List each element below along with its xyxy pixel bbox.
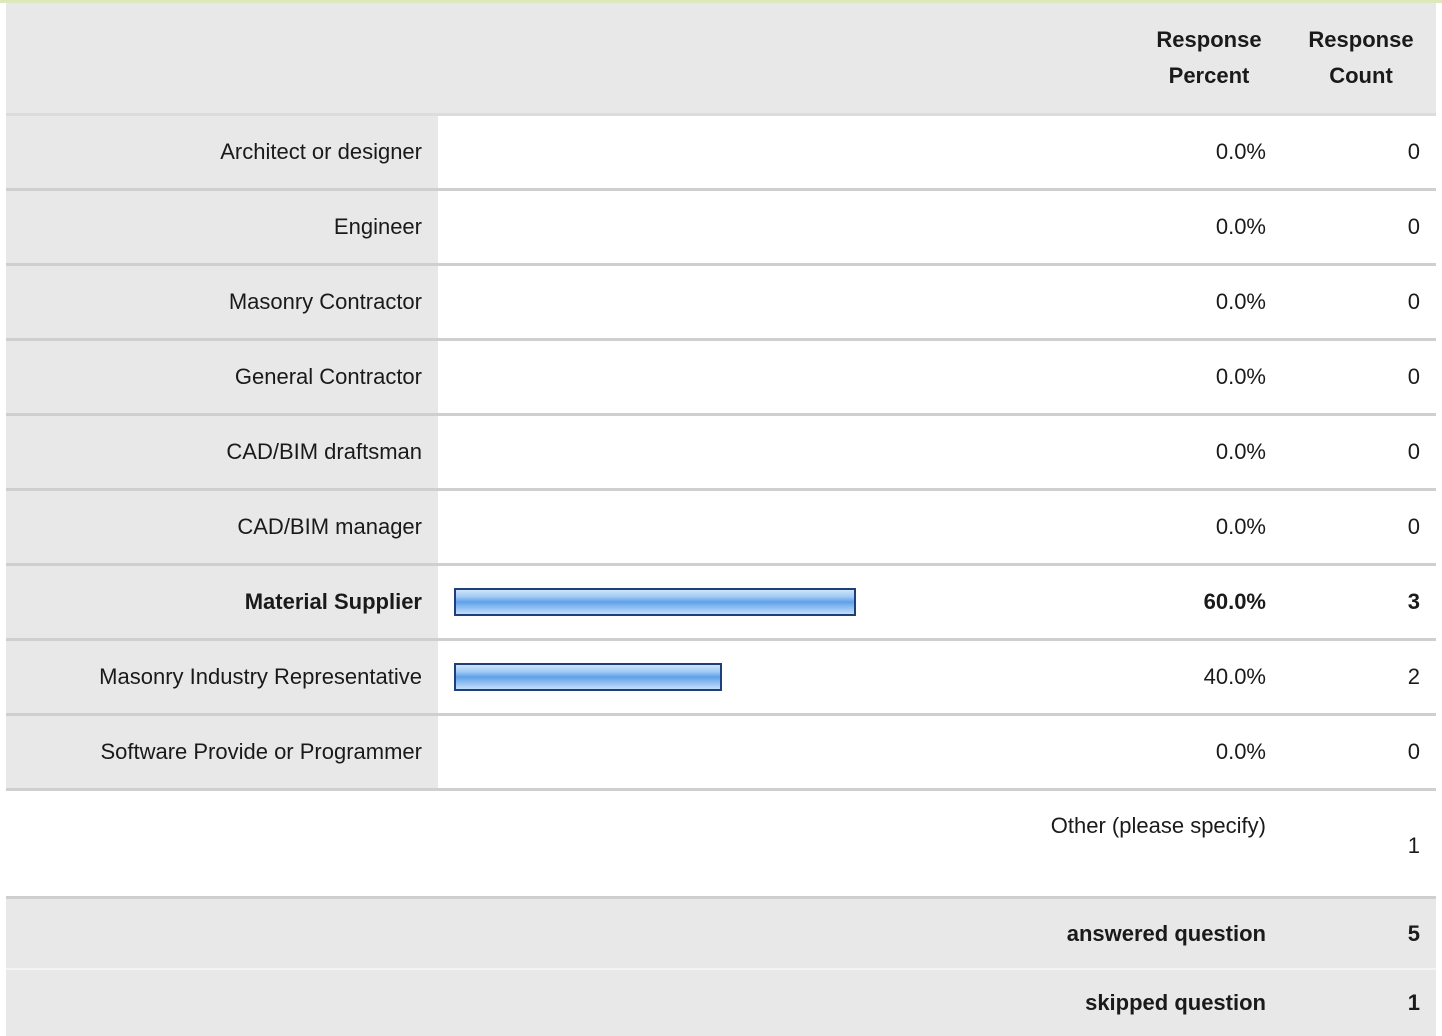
header-response-count: Response Count (1280, 3, 1436, 113)
skipped-question-label: skipped question (1085, 990, 1266, 1015)
bar-cell (438, 716, 1138, 788)
response-bar (454, 588, 856, 616)
response-count: 3 (1280, 566, 1436, 638)
bar-cell (438, 191, 1138, 263)
response-percent: 0.0% (1138, 266, 1280, 338)
answer-label: Material Supplier (6, 566, 438, 638)
response-count: 0 (1280, 116, 1436, 188)
bar-cell (438, 566, 1138, 638)
response-count: 0 (1280, 716, 1436, 788)
skipped-question-value: 1 (1407, 990, 1420, 1015)
answer-label: CAD/BIM draftsman (6, 416, 438, 488)
response-percent: 40.0% (1138, 641, 1280, 713)
answer-rows: Architect or designer 0.0% 0 Engineer 0.0% 0 M… (6, 113, 1436, 788)
table-row: Engineer 0.0% 0 (6, 188, 1436, 263)
answer-label: CAD/BIM manager (6, 491, 438, 563)
table-row: Architect or designer 0.0% 0 (6, 113, 1436, 188)
other-count: 1 (1407, 833, 1420, 858)
answer-label: General Contractor (6, 341, 438, 413)
response-count: 0 (1280, 266, 1436, 338)
table-row: General Contractor 0.0% 0 (6, 338, 1436, 413)
bar-cell (438, 641, 1138, 713)
response-count: 0 (1280, 191, 1436, 263)
other-label[interactable]: Other (please specify) (6, 813, 1266, 839)
response-percent: 0.0% (1138, 416, 1280, 488)
header-count-line1: Response (1308, 27, 1414, 52)
bar-cell (438, 266, 1138, 338)
header-response-percent: Response Percent (1138, 3, 1280, 113)
table-header: Response Percent Response Count (6, 3, 1436, 113)
response-count: 0 (1280, 491, 1436, 563)
table-row: Masonry Industry Representative 40.0% 2 (6, 638, 1436, 713)
answer-label: Architect or designer (6, 116, 438, 188)
answer-label: Engineer (6, 191, 438, 263)
answer-label: Software Provide or Programmer (6, 716, 438, 788)
bar-cell (438, 416, 1138, 488)
skipped-question-row: skipped question 1 (6, 968, 1436, 1036)
response-percent: 0.0% (1138, 116, 1280, 188)
response-count: 0 (1280, 416, 1436, 488)
response-percent: 0.0% (1138, 716, 1280, 788)
response-count: 2 (1280, 641, 1436, 713)
response-percent: 0.0% (1138, 191, 1280, 263)
response-count: 0 (1280, 341, 1436, 413)
response-percent: 60.0% (1138, 566, 1280, 638)
other-row: Other (please specify) 1 (6, 788, 1436, 896)
answer-label: Masonry Contractor (6, 266, 438, 338)
response-percent: 0.0% (1138, 341, 1280, 413)
answered-question-value: 5 (1407, 920, 1420, 946)
answered-question-row: answered question 5 (6, 896, 1436, 968)
table-row: Material Supplier 60.0% 3 (6, 563, 1436, 638)
header-percent-line2: Percent (1168, 63, 1250, 88)
response-percent: 0.0% (1138, 491, 1280, 563)
answer-label: Masonry Industry Representative (6, 641, 438, 713)
response-bar (454, 663, 722, 691)
bar-cell (438, 491, 1138, 563)
table-row: Masonry Contractor 0.0% 0 (6, 263, 1436, 338)
answered-question-label: answered question (1066, 920, 1266, 946)
table-row: CAD/BIM draftsman 0.0% 0 (6, 413, 1436, 488)
bar-cell (438, 341, 1138, 413)
header-count-line2: Count (1329, 63, 1393, 88)
survey-results-table: Response Percent Response Count Architec… (6, 3, 1436, 1036)
bar-cell (438, 116, 1138, 188)
table-row: Software Provide or Programmer 0.0% 0 (6, 713, 1436, 788)
table-row: CAD/BIM manager 0.0% 0 (6, 488, 1436, 563)
header-percent-line1: Response (1156, 27, 1262, 52)
